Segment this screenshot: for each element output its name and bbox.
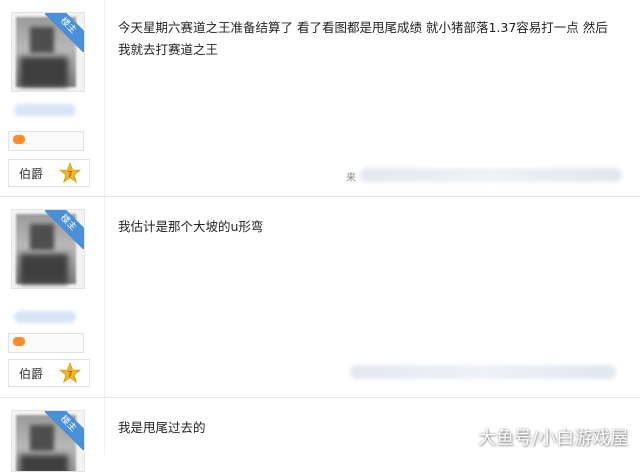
rank-title: 伯爵 <box>19 367 44 381</box>
author-sidebar: 楼主 <box>0 398 105 472</box>
post-meta <box>360 168 622 182</box>
post-content: 今天星期六赛道之王准备结算了 看了看图都是甩尾成绩 就小猪部落1.37容易打一点… <box>118 20 608 57</box>
post: 楼主 伯爵 7 我估计是那个大坡的u形弯 <box>0 197 640 398</box>
game-badge <box>8 131 84 151</box>
level-number: 7 <box>67 370 72 379</box>
gamepad-icon <box>13 337 25 346</box>
author-name[interactable] <box>14 104 76 116</box>
post: 楼主 伯爵 7 今天星期六赛道之王准备结算了 看了看图都是甩尾成绩 就小猪部落1… <box>0 0 640 197</box>
author-name[interactable] <box>14 311 76 323</box>
level-star-icon: 7 <box>59 362 81 383</box>
level-star-icon: 7 <box>59 162 81 183</box>
rank-badge: 伯爵 7 <box>8 159 90 187</box>
gamepad-icon <box>13 135 25 144</box>
post-content: 我估计是那个大坡的u形弯 <box>118 219 264 234</box>
watermark: 大鱼号/小白游戏屋 <box>478 428 629 449</box>
level-number: 7 <box>67 170 72 179</box>
avatar[interactable]: 楼主 <box>11 12 85 92</box>
post-meta <box>350 365 616 379</box>
game-badge <box>8 333 84 353</box>
rank-badge: 伯爵 7 <box>8 359 90 387</box>
op-badge: 楼主 <box>45 411 84 450</box>
author-sidebar: 楼主 伯爵 7 <box>0 0 105 196</box>
op-badge: 楼主 <box>45 13 84 52</box>
thread: 楼主 伯爵 7 今天星期六赛道之王准备结算了 看了看图都是甩尾成绩 就小猪部落1… <box>0 0 640 472</box>
avatar[interactable]: 楼主 <box>11 410 85 472</box>
rank-title: 伯爵 <box>19 167 44 181</box>
meta-lead: 来 <box>346 173 356 184</box>
op-badge: 楼主 <box>45 210 84 249</box>
avatar[interactable]: 楼主 <box>11 209 85 289</box>
author-sidebar: 楼主 伯爵 7 <box>0 197 105 397</box>
